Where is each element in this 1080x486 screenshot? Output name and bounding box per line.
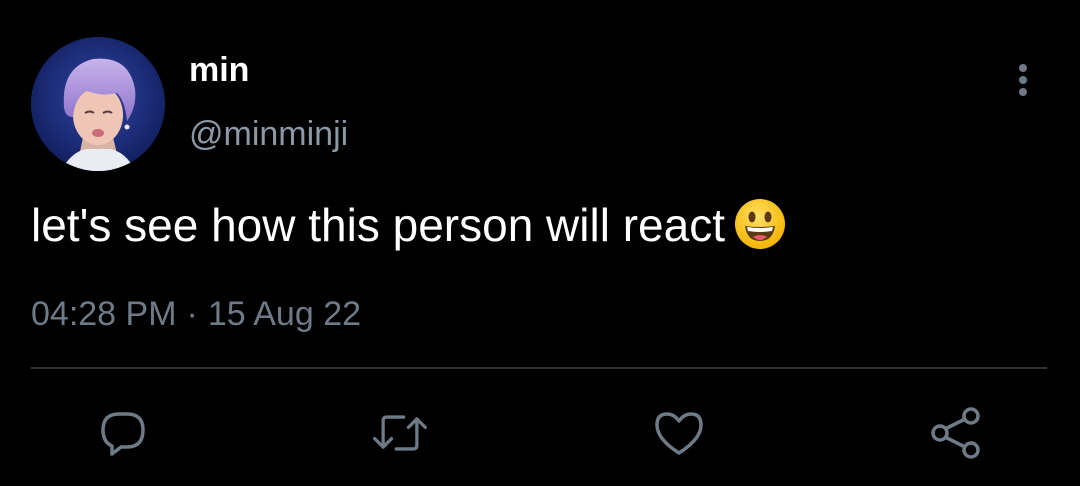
avatar[interactable]: [31, 37, 165, 171]
tweet-date: 15 Aug 22: [207, 295, 362, 333]
avatar-image: [31, 37, 165, 171]
tweet-text: let's see how this person will react: [31, 196, 787, 264]
grinning-face-emoji: [733, 197, 787, 264]
retweet-icon: [373, 415, 427, 451]
divider: [31, 367, 1047, 369]
tweet-text-content: let's see how this person will react: [31, 199, 725, 251]
tweet-card: min @minminji let's see how this person …: [0, 0, 1080, 486]
more-options-button[interactable]: [1003, 58, 1043, 102]
retweet-button[interactable]: [370, 403, 430, 463]
tweet-time: 04:28 PM: [31, 295, 177, 333]
tweet-timestamp[interactable]: 04:28 PM · 15 Aug 22: [31, 294, 361, 334]
share-button[interactable]: [926, 403, 986, 463]
like-button[interactable]: [649, 403, 709, 463]
share-icon: [931, 407, 980, 459]
display-name[interactable]: min: [189, 50, 249, 90]
user-handle[interactable]: @minminji: [189, 114, 348, 154]
meta-separator: ·: [186, 295, 198, 333]
more-vertical-icon: [1019, 64, 1027, 96]
reply-button[interactable]: [93, 403, 153, 463]
comment-icon: [101, 412, 145, 456]
heart-icon: [655, 412, 703, 455]
